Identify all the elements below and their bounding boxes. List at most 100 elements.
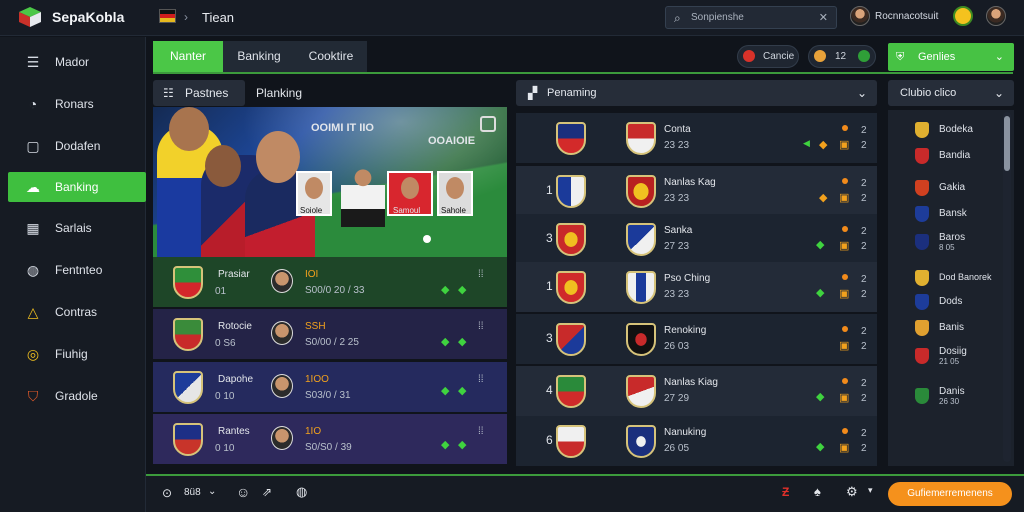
- lock-icon[interactable]: ▣: [839, 339, 849, 352]
- sidebar-item-fentnteo[interactable]: ◍ Fentnteo: [8, 255, 146, 285]
- tab-pastnes[interactable]: ☷ Pastnes: [153, 80, 245, 106]
- club-name: Bansk: [939, 208, 967, 219]
- lock-icon[interactable]: ▣: [839, 239, 849, 252]
- lock-icon[interactable]: ▣: [839, 191, 849, 204]
- lock-icon[interactable]: ▣: [839, 441, 849, 454]
- bet-icon[interactable]: ◆: [816, 440, 824, 453]
- bet-icon[interactable]: ◆: [458, 438, 466, 451]
- bet-icon[interactable]: ◆: [441, 438, 449, 451]
- team-name: Conta: [664, 124, 691, 135]
- chevron-down-icon: ⌄: [993, 86, 1004, 100]
- team-crest-icon: [556, 323, 586, 356]
- bet-icon[interactable]: ◆: [458, 335, 466, 348]
- match-row[interactable]: Dapohe 0 10 1IOO S03/0 / 31 ⁞⁞ ◆ ◆: [153, 362, 507, 412]
- score-value: 2: [861, 289, 867, 300]
- spade-icon[interactable]: ♠: [814, 484, 821, 499]
- sidebar-item-ronars[interactable]: ◔ Ronars: [8, 89, 146, 119]
- bet-icon[interactable]: ◆: [458, 283, 466, 296]
- bet-icon[interactable]: ◆: [816, 286, 824, 299]
- ranking-row[interactable]: 3 Sanka 27 23 ◆ ▣ 2 2: [516, 214, 877, 264]
- team-crest-icon: [556, 122, 586, 155]
- user-name[interactable]: Rocnnacotsuit: [875, 11, 938, 22]
- clubs-dropdown[interactable]: Clubio clico ⌄: [888, 80, 1014, 106]
- ranking-row[interactable]: 4 Nanlas Kiag 27 29 ◆ ▣ 2 2: [516, 366, 877, 416]
- globe-icon[interactable]: ◍: [296, 484, 307, 500]
- sidebar-item-banking[interactable]: ☁ Banking: [8, 172, 146, 202]
- bet-icon[interactable]: ◆: [458, 384, 466, 397]
- ranking-row[interactable]: Conta 23 23 ◀ ◆ ▣ 2 2: [516, 113, 877, 163]
- primary-action-button[interactable]: Gufiemerremenens: [888, 482, 1012, 506]
- sidebar-item-dodafen[interactable]: ▢ Dodafen: [8, 131, 146, 161]
- options-icon[interactable]: ⁞⁞: [478, 426, 484, 437]
- bet-icon[interactable]: ◆: [819, 138, 827, 151]
- tab-cooktire[interactable]: Cooktire: [295, 41, 367, 72]
- options-icon[interactable]: ⁞⁞: [478, 321, 484, 332]
- match-row[interactable]: Rotocie 0 S6 SSH S0/00 / 2 25 ⁞⁞ ◆ ◆: [153, 309, 507, 359]
- match-meta: S0/00 / 2 25: [305, 337, 359, 348]
- sidebar-item-contras[interactable]: △ Contras: [8, 297, 146, 327]
- sidebar-item-mador[interactable]: ☰ Mador: [8, 47, 146, 77]
- coin-icon: ◎: [26, 346, 40, 362]
- team-meta: 27 29: [664, 393, 690, 404]
- ranking-row[interactable]: 1 Pso Ching 23 23 ◆ ▣ 2 2: [516, 262, 877, 312]
- lock-icon[interactable]: ▣: [839, 287, 849, 300]
- options-icon[interactable]: ⁞⁞: [478, 374, 484, 385]
- ranking-dropdown[interactable]: ▞ Penaming ⌄: [516, 80, 877, 106]
- club-name: Baros: [939, 232, 966, 243]
- club-name: Dosiig: [939, 346, 967, 357]
- score-value: 2: [861, 241, 867, 252]
- lock-icon[interactable]: ▣: [839, 138, 849, 151]
- ranking-row[interactable]: 6 Nanuking 26 05 ◆ ▣ 2 2: [516, 416, 877, 466]
- lock-icon[interactable]: ▣: [839, 391, 849, 404]
- tab-nanter[interactable]: Nanter: [153, 41, 223, 72]
- team-name: Rantes: [218, 426, 250, 437]
- flag-icon[interactable]: [159, 9, 176, 23]
- filter-pill-count[interactable]: 12: [808, 45, 876, 68]
- notification-badge-icon[interactable]: [953, 6, 973, 26]
- match-row[interactable]: Prasiar 01 IOI S00/0 20 / 33 ⁞⁞ ◆ ◆: [153, 257, 507, 307]
- bet-icon[interactable]: ◆: [441, 384, 449, 397]
- options-icon[interactable]: ⁞⁞: [478, 269, 484, 280]
- score-value: 2: [861, 226, 867, 237]
- share-icon[interactable]: ⇗: [262, 485, 272, 499]
- team-crest-icon: [626, 122, 656, 155]
- sidebar-item-sarlais[interactable]: ▦ Sarlais: [8, 213, 146, 243]
- ranking-row[interactable]: 1 Nanlas Kag 23 23 ◆ ▣ 2 2: [516, 166, 877, 216]
- club-crest-icon: [915, 206, 929, 222]
- bet-icon[interactable]: ◆: [819, 191, 827, 204]
- emoji-icon[interactable]: ☺: [236, 484, 250, 500]
- expand-icon[interactable]: [480, 116, 496, 132]
- bet-icon[interactable]: ◆: [816, 238, 824, 251]
- bet-icon[interactable]: ◆: [441, 335, 449, 348]
- sidebar-item-fiuhig[interactable]: ◎ Fiuhig: [8, 339, 146, 369]
- search-input[interactable]: ⌕ Sonpienshe ✕: [665, 6, 837, 29]
- profile-avatar[interactable]: [986, 6, 1006, 26]
- chevron-down-icon[interactable]: ⌄: [208, 486, 216, 497]
- alert-icon[interactable]: Ƶ: [782, 485, 789, 499]
- collapse-icon[interactable]: ✕: [819, 11, 828, 24]
- filter-pill-cancie[interactable]: Cancie: [737, 45, 799, 68]
- triangle-icon: △: [27, 304, 39, 320]
- ranking-row[interactable]: 3 Renoking 26 03 ▣ 2 2: [516, 314, 877, 364]
- sidebar-item-label: Mador: [55, 55, 90, 69]
- sidebar-item-gradole[interactable]: ⛉ Gradole: [8, 381, 146, 411]
- count-value[interactable]: 8ü8: [184, 487, 201, 498]
- panel-title-planking[interactable]: Planking: [256, 86, 302, 100]
- player-avatar: [271, 321, 293, 345]
- team-crest-icon: [556, 425, 586, 458]
- settings-icon[interactable]: ⚙: [846, 484, 858, 500]
- team-crest-icon: [556, 175, 586, 208]
- tab-banking[interactable]: Banking: [223, 41, 295, 72]
- bet-icon[interactable]: ◆: [816, 390, 824, 403]
- user-avatar[interactable]: [850, 6, 870, 26]
- rank-number: 1: [546, 279, 553, 293]
- app-logo-icon: [19, 7, 41, 27]
- bet-icon[interactable]: ◆: [441, 283, 449, 296]
- match-row[interactable]: Rantes 0 10 1IO S0/S0 / 39 ⁞⁞ ◆ ◆: [153, 414, 507, 464]
- shield-icon: ⛨: [896, 51, 905, 63]
- score-value: 2: [861, 326, 867, 337]
- genlies-dropdown-button[interactable]: ⛨ Genlies ⌄: [888, 43, 1014, 71]
- list-icon: ☰: [26, 54, 40, 70]
- scrollbar-thumb[interactable]: [1004, 116, 1010, 171]
- sidebar: ☰ Mador ◔ Ronars ▢ Dodafen ☁ Banking ▦ Sarlai…: [0, 37, 146, 512]
